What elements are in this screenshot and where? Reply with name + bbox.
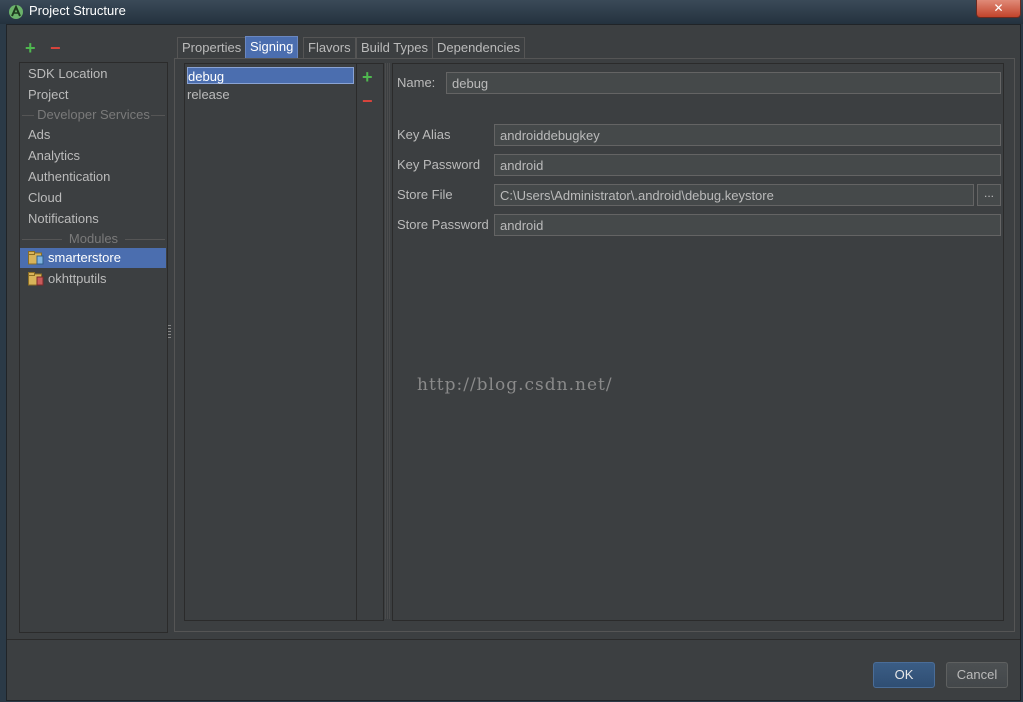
list-item-label: release (187, 87, 230, 102)
sidebar-item-module-okhttputils[interactable]: okhttputils (20, 269, 166, 289)
key-alias-label: Key Alias (397, 127, 451, 142)
signing-list-toolbar: + − (356, 63, 384, 621)
android-studio-icon (9, 4, 23, 19)
store-file-field[interactable]: C:\Users\Administrator\.android\debug.ke… (494, 184, 974, 206)
sidebar-item-module-smarterstore[interactable]: smarterstore (20, 248, 166, 268)
sidebar: SDK Location Project Developer Services … (19, 62, 168, 633)
watermark-text: http://blog.csdn.net/ (417, 375, 613, 395)
key-alias-field[interactable]: androiddebugkey (494, 124, 1001, 146)
signing-splitter-handle[interactable] (385, 63, 390, 619)
tab-properties[interactable]: Properties (177, 37, 247, 58)
key-password-label: Key Password (397, 157, 481, 172)
store-password-field[interactable]: android (494, 214, 1001, 236)
module-label: okhttputils (48, 271, 107, 286)
sidebar-item-authentication[interactable]: Authentication (28, 167, 110, 187)
project-structure-dialog: + − SDK Location Project Developer Servi… (6, 24, 1021, 701)
signing-tab-panel: debug release + − Name: debug Key Alias … (174, 58, 1015, 632)
tab-signing[interactable]: Signing (245, 36, 299, 58)
cancel-button[interactable]: Cancel (946, 662, 1008, 688)
sidebar-item-project[interactable]: Project (28, 85, 68, 105)
store-file-label: Store File (397, 187, 453, 202)
remove-icon[interactable]: − (50, 39, 61, 57)
name-label: Name: (397, 75, 436, 90)
browse-button[interactable]: ... (977, 184, 1001, 206)
add-icon[interactable]: + (25, 39, 36, 57)
sidebar-item-notifications[interactable]: Notifications (28, 209, 99, 229)
list-item-release[interactable]: release (187, 86, 354, 103)
sidebar-item-sdk-location[interactable]: SDK Location (28, 64, 108, 84)
module-label: smarterstore (48, 250, 121, 265)
module-folder-icon (28, 272, 44, 286)
footer-divider (7, 639, 1020, 640)
sidebar-item-cloud[interactable]: Cloud (28, 188, 62, 208)
list-item-debug[interactable]: debug (187, 67, 354, 84)
signing-config-list: debug release (184, 63, 357, 621)
tab-dependencies[interactable]: Dependencies (432, 37, 526, 58)
sidebar-item-analytics[interactable]: Analytics (28, 146, 80, 166)
name-field[interactable]: debug (446, 72, 1001, 94)
add-signing-config-icon[interactable]: + (362, 68, 373, 86)
remove-signing-config-icon[interactable]: − (362, 92, 373, 110)
store-password-label: Store Password (397, 217, 489, 232)
ok-button[interactable]: OK (873, 662, 935, 688)
sidebar-separator-modules: Modules (20, 230, 167, 248)
signing-config-form: Name: debug Key Alias androiddebugkey Ke… (392, 63, 1004, 621)
window-titlebar: Project Structure ✕ (0, 0, 1023, 24)
sidebar-separator-developer-services: Developer Services (20, 106, 167, 124)
key-password-field[interactable]: android (494, 154, 1001, 176)
window-title: Project Structure (29, 3, 126, 18)
tab-build-types[interactable]: Build Types (356, 37, 433, 58)
list-item-label: debug (188, 69, 225, 84)
module-folder-icon (28, 251, 44, 265)
close-button[interactable]: ✕ (976, 0, 1021, 18)
tab-flavors[interactable]: Flavors (303, 37, 356, 58)
sidebar-item-ads[interactable]: Ads (28, 125, 50, 145)
sidebar-splitter-handle[interactable] (168, 325, 171, 339)
